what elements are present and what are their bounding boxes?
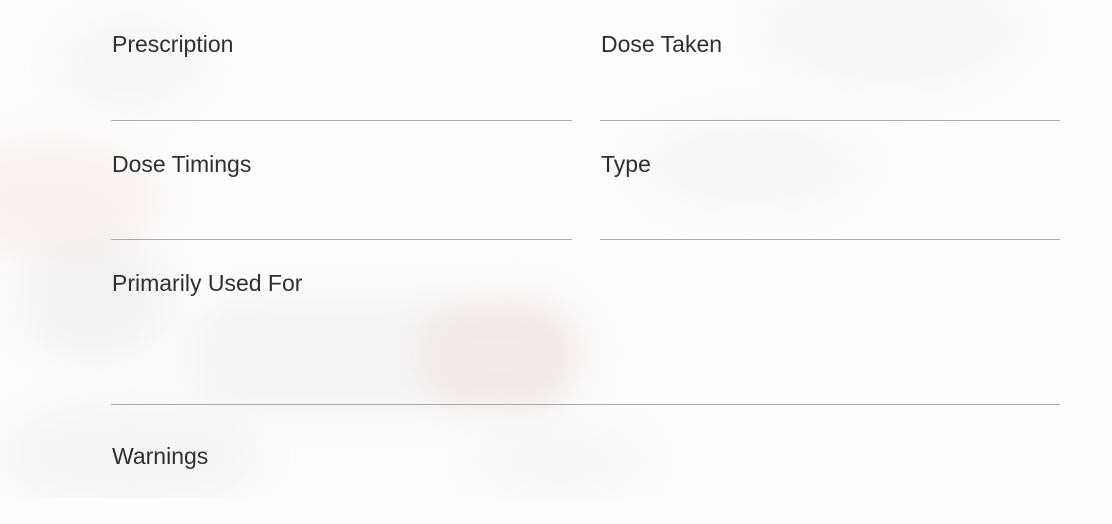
dose-timings-label: Dose Timings bbox=[112, 151, 252, 177]
type-field: Type bbox=[600, 120, 1060, 240]
warnings-label: Warnings bbox=[112, 443, 209, 469]
prescription-field: Prescription bbox=[111, 0, 572, 121]
dose-taken-label: Dose Taken bbox=[601, 31, 723, 57]
primarily-used-for-field: Primarily Used For bbox=[111, 239, 1060, 405]
prescription-label: Prescription bbox=[112, 31, 234, 57]
type-label: Type bbox=[601, 151, 651, 177]
dose-timings-field: Dose Timings bbox=[111, 120, 572, 240]
prescription-input[interactable] bbox=[111, 86, 572, 116]
type-input[interactable] bbox=[600, 205, 1060, 235]
primarily-used-for-input[interactable] bbox=[111, 370, 1060, 400]
primarily-used-for-label: Primarily Used For bbox=[112, 270, 303, 296]
dose-taken-field: Dose Taken bbox=[600, 0, 1060, 121]
dose-taken-input[interactable] bbox=[600, 86, 1060, 116]
dose-timings-input[interactable] bbox=[111, 205, 572, 235]
warnings-field: Warnings bbox=[111, 404, 1060, 524]
